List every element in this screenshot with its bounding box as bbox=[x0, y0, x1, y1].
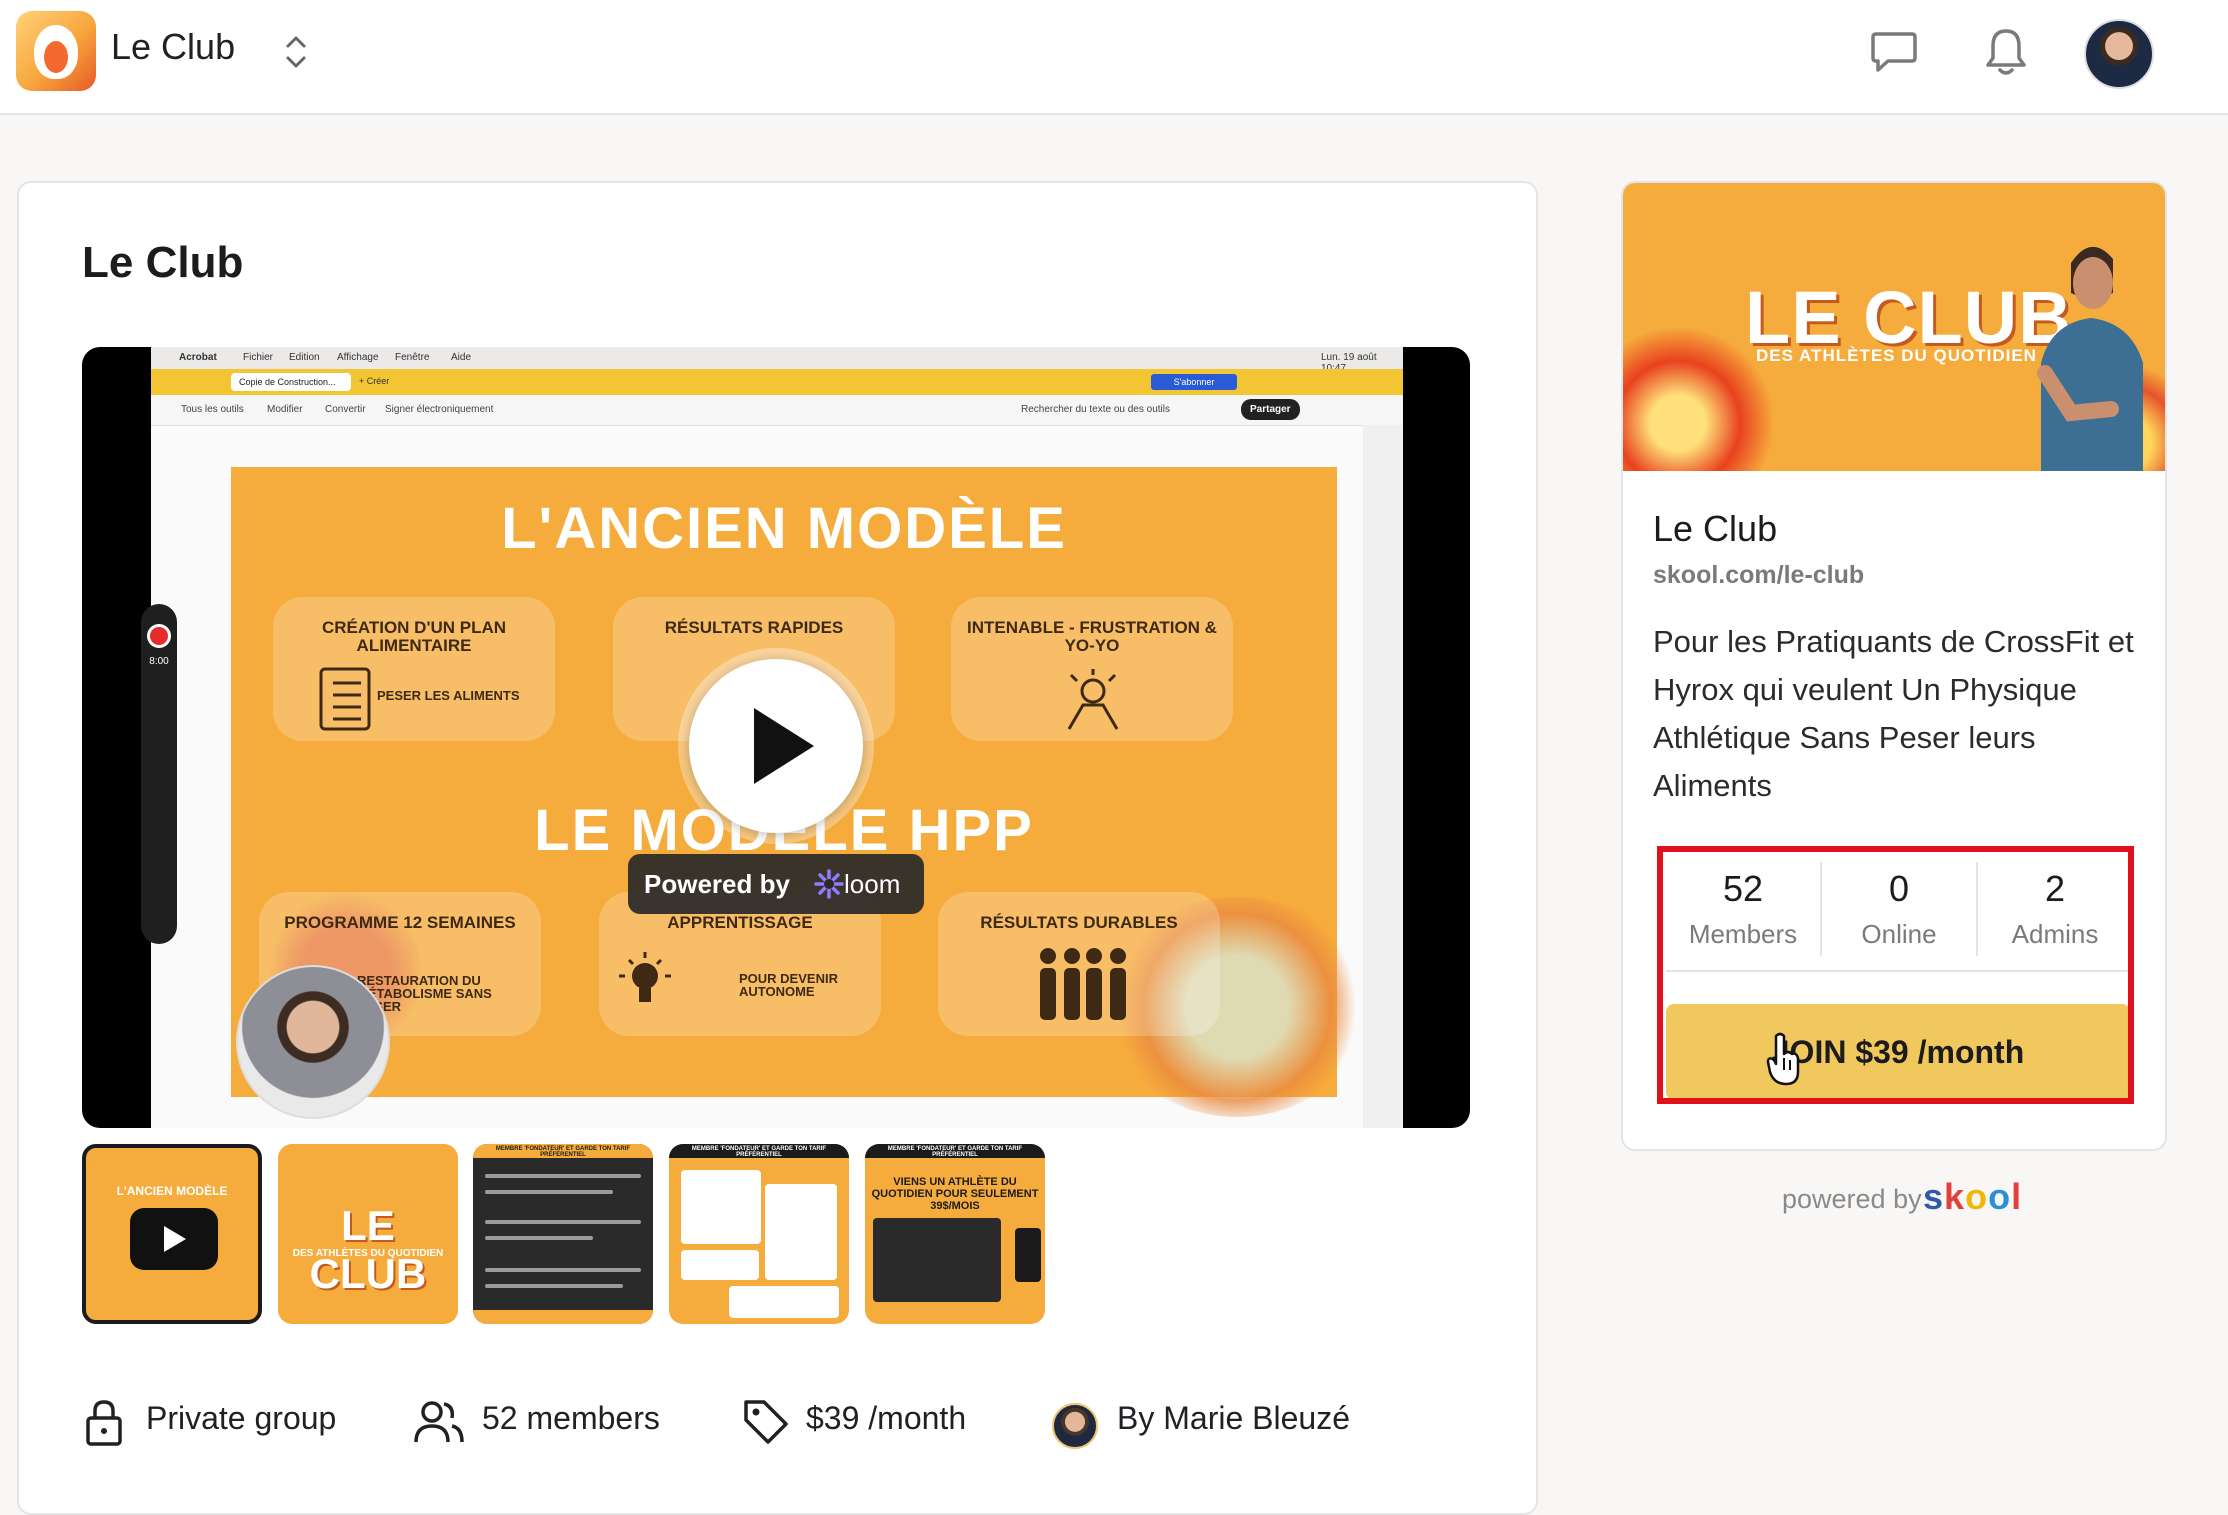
banner-subtitle: DES ATHLÈTES DU QUOTIDIEN bbox=[1756, 346, 2037, 365]
menu-item: Edition bbox=[289, 352, 320, 363]
thumb-title: VIENS UN ATHLÈTE DU QUOTIDIEN POUR SEULE… bbox=[871, 1176, 1039, 1212]
slide-box: INTENABLE - FRUSTRATION & YO-YO bbox=[951, 597, 1233, 741]
divider bbox=[1666, 970, 2130, 972]
tab: Copie de Construction... bbox=[231, 373, 351, 391]
page-title: Le Club bbox=[82, 238, 244, 287]
slide-box-sub: POUR DEVENIR AUTONOME bbox=[739, 971, 838, 999]
loom-wordmark: loom bbox=[844, 869, 901, 899]
top-bar: Le Club bbox=[0, 0, 2228, 115]
slide-box-title: INTENABLE - FRUSTRATION & YO-YO bbox=[967, 618, 1217, 655]
slide-box: RÉSULTATS DURABLES bbox=[938, 892, 1220, 1036]
thumb-header: MEMBRE 'FONDATEUR' ET GARDE TON TARIF PR… bbox=[495, 1146, 631, 1158]
group-banner: LE CLUB DES ATHLÈTES DU QUOTIDIEN bbox=[1623, 183, 2165, 471]
thumb-header: MEMBRE 'FONDATEUR' ET GARDE TON TARIF PR… bbox=[887, 1146, 1023, 1158]
powered-by-label: Powered by bbox=[644, 869, 790, 899]
toolbar-item: Convertir bbox=[325, 404, 366, 415]
frustration-icon bbox=[1067, 669, 1119, 730]
menu-item: Aide bbox=[451, 352, 472, 363]
logo-letter: l bbox=[2011, 1176, 2023, 1217]
toolbar-item: Modifier bbox=[267, 404, 303, 415]
toolbar-item: Tous les outils bbox=[181, 404, 244, 415]
stat-online: 0 Online bbox=[1822, 856, 1976, 966]
slide-box-title: RÉSULTATS DURABLES bbox=[980, 913, 1178, 932]
author-avatar bbox=[1052, 1403, 1098, 1449]
stat-value: 52 bbox=[1722, 868, 1764, 909]
members-count: 52 members bbox=[482, 1400, 660, 1436]
play-icon bbox=[754, 708, 814, 784]
media-thumbnail-5[interactable]: MEMBRE 'FONDATEUR' ET GARDE TON TARIF PR… bbox=[865, 1144, 1045, 1324]
group-url[interactable]: skool.com/le-club bbox=[1653, 561, 1864, 590]
bell-icon[interactable] bbox=[1984, 26, 2028, 78]
price-label: $39 /month bbox=[806, 1400, 967, 1436]
join-button[interactable]: JOIN $39 /month bbox=[1666, 1004, 2130, 1100]
slide-box-title: PROGRAMME 12 SEMAINES bbox=[284, 913, 516, 932]
menu-item: Acrobat bbox=[179, 352, 217, 363]
menu-item: Affichage bbox=[337, 352, 379, 363]
switcher-chevrons-icon[interactable] bbox=[282, 30, 310, 74]
thumb-subtitle: DES ATHLÈTES DU QUOTIDIEN bbox=[292, 1248, 444, 1259]
members-icon bbox=[414, 1401, 464, 1443]
logo-letter: s bbox=[1923, 1176, 1945, 1217]
record-icon bbox=[147, 624, 171, 648]
play-icon bbox=[130, 1208, 218, 1270]
stat-label: Members bbox=[1688, 919, 1798, 949]
price-tag-icon bbox=[744, 1400, 788, 1444]
coach-photo bbox=[2037, 246, 2143, 471]
new-tab: + Créer bbox=[359, 376, 390, 386]
checklist-icon bbox=[319, 667, 371, 731]
powered-by-label: powered by bbox=[1782, 1184, 1922, 1214]
slide-box-sub: PESER LES ALIMENTS bbox=[377, 688, 520, 703]
mac-menubar: Acrobat Fichier Edition Affichage Fenêtr… bbox=[151, 347, 1403, 374]
media-thumbnail-4[interactable]: MEMBRE 'FONDATEUR' ET GARDE TON TARIF PR… bbox=[669, 1144, 849, 1324]
stat-admins: 2 Admins bbox=[1978, 856, 2132, 966]
app-title[interactable]: Le Club bbox=[111, 26, 235, 68]
media-thumbnail-3[interactable]: MEMBRE 'FONDATEUR' ET GARDE TON TARIF PR… bbox=[473, 1144, 653, 1324]
hand-cursor-icon bbox=[1766, 1032, 1800, 1086]
powered-by-loom-badge[interactable]: Powered by loom bbox=[628, 854, 924, 914]
user-avatar[interactable] bbox=[2084, 19, 2154, 89]
thumb-header: MEMBRE 'FONDATEUR' ET GARDE TON TARIF PR… bbox=[691, 1146, 827, 1158]
recording-timer: 8:00 bbox=[149, 656, 169, 667]
stat-members: 52 Members bbox=[1666, 856, 1820, 966]
group-description: Pour les Pratiquants de CrossFit et Hyro… bbox=[1653, 624, 2134, 803]
loom-recorder-controls: 8:00 bbox=[141, 604, 177, 944]
thumb-title: L'ANCIEN MODÈLE bbox=[116, 1184, 228, 1198]
slide-box: CRÉATION D'UN PLAN ALIMENTAIRE PESER LES… bbox=[273, 597, 555, 741]
privacy-label: Private group bbox=[146, 1400, 337, 1436]
author-label[interactable]: By Marie Bleuzé bbox=[1117, 1400, 1350, 1437]
stat-label: Online bbox=[1861, 919, 1937, 949]
menu-item: Fichier bbox=[243, 352, 274, 363]
group-stats: 52 Members 0 Online 2 Admins bbox=[1666, 856, 2130, 970]
browser-tabbar: Copie de Construction... + Créer S'abonn… bbox=[151, 369, 1403, 395]
slide-box-title: RÉSULTATS RAPIDES bbox=[664, 618, 844, 637]
logo-letter: o bbox=[1988, 1176, 2012, 1217]
toolbar-item: Signer électroniquement bbox=[385, 404, 494, 415]
club-logo[interactable] bbox=[16, 11, 96, 91]
slide-heading: L'ANCIEN MODÈLE bbox=[501, 496, 1067, 561]
stat-value: 2 bbox=[2044, 868, 2066, 909]
logo-letter: k bbox=[1944, 1176, 1966, 1217]
team-icon bbox=[1040, 948, 1126, 1020]
side-rail bbox=[1363, 425, 1403, 1128]
lightbulb-icon bbox=[619, 952, 671, 1002]
chat-icon[interactable] bbox=[1870, 28, 1918, 74]
stat-value: 0 bbox=[1888, 868, 1910, 909]
subscribe-button: S'abonner bbox=[1151, 374, 1237, 390]
slide-box-title: CRÉATION D'UN PLAN ALIMENTAIRE bbox=[321, 618, 507, 655]
menu-item: Fenêtre bbox=[395, 352, 430, 363]
share-button: Partager bbox=[1241, 399, 1300, 420]
webcam-bubble bbox=[236, 965, 390, 1119]
media-thumbnail-1[interactable]: L'ANCIEN MODÈLE bbox=[82, 1144, 262, 1324]
search-hint: Rechercher du texte ou des outils bbox=[1021, 404, 1170, 415]
media-thumbnail-2[interactable]: LE CLUB DES ATHLÈTES DU QUOTIDIEN bbox=[278, 1144, 458, 1324]
stat-label: Admins bbox=[2011, 919, 2099, 949]
logo-letter: o bbox=[1965, 1176, 1989, 1217]
slide-box-title: APPRENTISSAGE bbox=[667, 913, 813, 932]
skool-logo[interactable]: skool bbox=[1923, 1176, 2022, 1218]
acrobat-toolbar: Tous les outils Modifier Convertir Signe… bbox=[151, 395, 1403, 426]
group-name: Le Club bbox=[1653, 508, 1778, 549]
video-player[interactable]: Acrobat Fichier Edition Affichage Fenêtr… bbox=[82, 347, 1470, 1128]
lock-icon bbox=[86, 1400, 122, 1446]
loom-logo-icon bbox=[814, 869, 844, 899]
